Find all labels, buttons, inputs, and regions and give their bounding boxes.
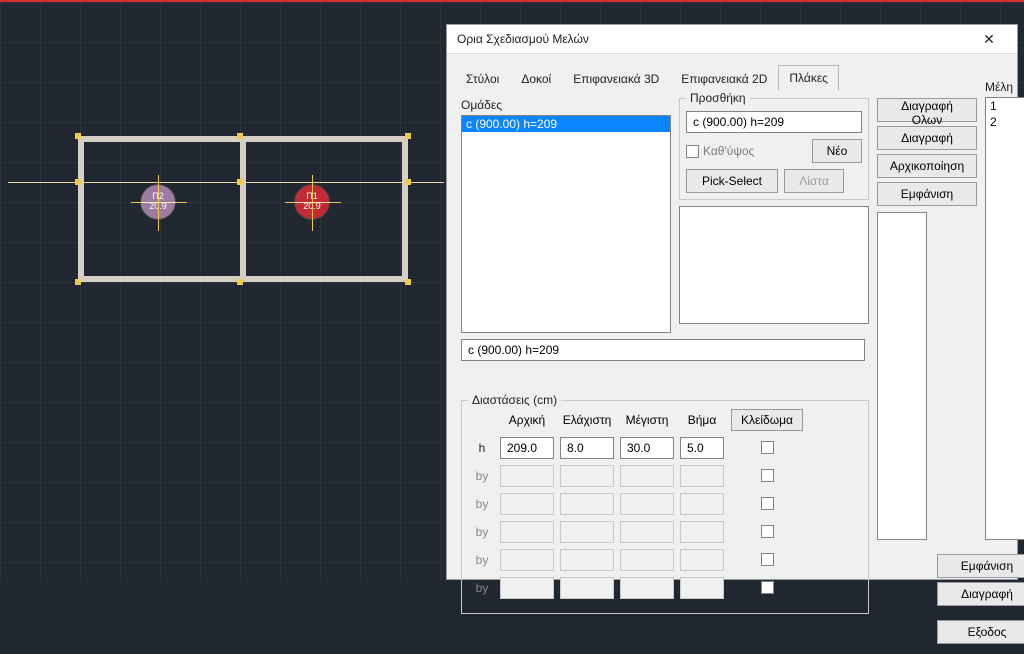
list-button[interactable]: Λίστα xyxy=(784,169,844,193)
dim-initial-input xyxy=(500,549,554,571)
dim-max-input xyxy=(620,521,674,543)
lock-button[interactable]: Κλείδωμα xyxy=(731,409,803,431)
dim-max-input[interactable] xyxy=(620,437,674,459)
members-listbox[interactable]: 1 2 xyxy=(985,97,1024,540)
dimension-row: by xyxy=(470,549,860,571)
tab-columns[interactable]: Στύλοι xyxy=(455,66,510,91)
tab-slabs[interactable]: Πλάκες xyxy=(778,65,839,91)
dim-min-input xyxy=(560,493,614,515)
delete-all-button[interactable]: Διαγραφή Ολων xyxy=(877,98,977,122)
show-group-button[interactable]: Εμφάνιση xyxy=(877,182,977,206)
tab-beams[interactable]: Δοκοί xyxy=(510,66,562,91)
titlebar[interactable]: Ορια Σχεδιασμού Μελών ✕ xyxy=(447,25,1017,54)
dim-row-label: by xyxy=(470,469,494,483)
dim-step-input xyxy=(680,549,724,571)
dim-lock-checkbox[interactable] xyxy=(761,497,774,510)
add-group-input[interactable] xyxy=(686,111,862,133)
col-min: Ελάχιστη xyxy=(560,413,614,427)
dim-min-input[interactable] xyxy=(560,437,614,459)
cad-drawing: Π2 20.9 Π1 20.9 xyxy=(78,136,408,282)
col-step: Βήμα xyxy=(680,413,724,427)
dim-lock-checkbox[interactable] xyxy=(761,525,774,538)
per-height-label: Καθ'ύψος xyxy=(703,144,754,158)
section-preview xyxy=(679,206,869,324)
members-label: Μέλη xyxy=(985,80,1024,94)
dim-step-input[interactable] xyxy=(680,437,724,459)
dim-lock-checkbox[interactable] xyxy=(761,553,774,566)
close-button[interactable]: ✕ xyxy=(969,25,1009,53)
dimensions-label: Διαστάσεις (cm) xyxy=(468,393,561,407)
groups-label: Ομάδες xyxy=(461,98,671,112)
dim-step-input xyxy=(680,493,724,515)
dim-row-label: by xyxy=(470,497,494,511)
dim-max-input xyxy=(620,549,674,571)
tab-strip: Στύλοι Δοκοί Επιφανειακά 3D Επιφανειακά … xyxy=(447,54,1017,90)
slab-marker-p2[interactable]: Π2 20.9 xyxy=(140,184,176,220)
tab-surface-2d[interactable]: Επιφανειακά 2D xyxy=(670,66,778,91)
design-limits-dialog: Ορια Σχεδιασμού Μελών ✕ Στύλοι Δοκοί Επι… xyxy=(446,24,1018,580)
add-group-label: Προσθήκη xyxy=(686,91,750,105)
dimension-row: by xyxy=(470,465,860,487)
dim-max-input xyxy=(620,493,674,515)
dim-min-input xyxy=(560,465,614,487)
dim-max-input xyxy=(620,465,674,487)
dim-row-label: by xyxy=(470,525,494,539)
add-group-box: Προσθήκη Καθ'ύψος Νέο Pick-Select Λίστα xyxy=(679,98,869,200)
show-member-button[interactable]: Εμφάνιση xyxy=(937,554,1024,578)
new-button[interactable]: Νέο xyxy=(812,139,862,163)
dim-row-label: by xyxy=(470,553,494,567)
dim-lock-checkbox[interactable] xyxy=(761,581,774,594)
dim-row-label: by xyxy=(470,581,494,595)
dim-initial-input xyxy=(500,493,554,515)
col-initial: Αρχική xyxy=(500,413,554,427)
dim-initial-input[interactable] xyxy=(500,437,554,459)
dimension-row: h xyxy=(470,437,860,459)
col-max: Μέγιστη xyxy=(620,413,674,427)
exit-button[interactable]: Εξοδος xyxy=(937,620,1024,644)
pick-select-button[interactable]: Pick-Select xyxy=(686,169,778,193)
dim-lock-checkbox[interactable] xyxy=(761,469,774,482)
dim-min-input xyxy=(560,521,614,543)
group-item[interactable]: c (900.00) h=209 xyxy=(462,116,670,132)
close-icon: ✕ xyxy=(983,31,995,48)
member-item[interactable]: 1 xyxy=(986,98,1024,114)
slab-marker-p1[interactable]: Π1 20.9 xyxy=(294,184,330,220)
delete-group-button[interactable]: Διαγραφή xyxy=(877,126,977,150)
dim-initial-input xyxy=(500,521,554,543)
member-item[interactable]: 2 xyxy=(986,114,1024,130)
dim-step-input xyxy=(680,465,724,487)
dim-lock-checkbox[interactable] xyxy=(761,441,774,454)
dimension-row: by xyxy=(470,493,860,515)
dimensions-group: Διαστάσεις (cm) Αρχική Ελάχιστη Μέγιστη … xyxy=(461,400,869,614)
groups-listbox[interactable]: c (900.00) h=209 xyxy=(461,115,671,333)
init-button[interactable]: Αρχικοποίηση xyxy=(877,154,977,178)
scroll-preview xyxy=(877,212,927,540)
dim-min-input xyxy=(560,549,614,571)
dimension-row: by xyxy=(470,521,860,543)
tab-surface-3d[interactable]: Επιφανειακά 3D xyxy=(562,66,670,91)
dim-step-input xyxy=(680,521,724,543)
dim-initial-input xyxy=(500,465,554,487)
delete-member-button[interactable]: Διαγραφή xyxy=(937,582,1024,606)
dim-row-label: h xyxy=(470,441,494,455)
dialog-title: Ορια Σχεδιασμού Μελών xyxy=(457,32,589,46)
per-height-checkbox[interactable]: Καθ'ύψος xyxy=(686,144,754,158)
